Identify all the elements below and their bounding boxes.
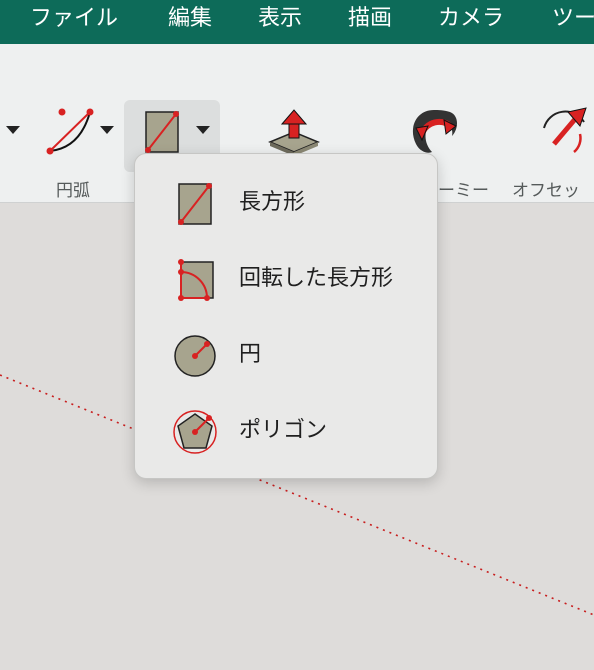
chevron-down-icon[interactable] [6, 126, 20, 134]
menu-file[interactable]: ファイル [30, 4, 118, 34]
push-pull-tool-button[interactable] [266, 106, 322, 156]
push-pull-icon [268, 109, 320, 156]
menu-item-label: 長方形 [239, 190, 306, 215]
menu-item-polygon[interactable]: ポリゴン [135, 394, 437, 470]
menu-view[interactable]: 表示 [258, 4, 302, 34]
polygon-icon [173, 410, 217, 454]
menu-item-circle[interactable]: 円 [135, 318, 437, 394]
rectangle-icon [178, 183, 212, 225]
circle-icon [174, 335, 216, 377]
orbit-icon [412, 110, 457, 153]
arc-tool-label: 円弧 [56, 181, 90, 201]
menu-item-rectangle[interactable]: 長方形 [135, 166, 437, 242]
rectangle-tool-button[interactable] [140, 106, 184, 156]
menu-item-label: 回転した長方形 [239, 266, 394, 291]
menu-item-label: 円 [239, 342, 262, 367]
app-window: ファイル 編集 表示 描画 カメラ ツー 円弧 ーミー オフセッ 長方形 回転し… [0, 0, 594, 670]
arc-icon [46, 108, 94, 155]
menu-draw[interactable]: 描画 [348, 4, 392, 34]
offset-tool-button[interactable] [536, 104, 592, 160]
shape-dropdown-menu: 長方形 回転した長方形 円 ポリゴン [134, 153, 438, 479]
arc-tool-button[interactable] [40, 104, 96, 160]
menu-camera[interactable]: カメラ [438, 4, 504, 34]
orbit-tool-button[interactable] [404, 104, 464, 160]
rotated-rectangle-icon [178, 259, 214, 301]
menu-bar: ファイル 編集 表示 描画 カメラ ツー [0, 0, 594, 44]
offset-tool-label: オフセッ [512, 181, 580, 201]
menu-tools[interactable]: ツー [552, 4, 594, 34]
menu-item-rotated-rectangle[interactable]: 回転した長方形 [135, 242, 437, 318]
menu-item-label: ポリゴン [239, 418, 328, 443]
offset-icon [543, 107, 587, 153]
chevron-down-icon[interactable] [196, 126, 210, 134]
orbit-tool-label: ーミー [438, 181, 489, 201]
rectangle-icon [145, 111, 179, 153]
chevron-down-icon[interactable] [100, 126, 114, 134]
menu-edit[interactable]: 編集 [168, 4, 212, 34]
